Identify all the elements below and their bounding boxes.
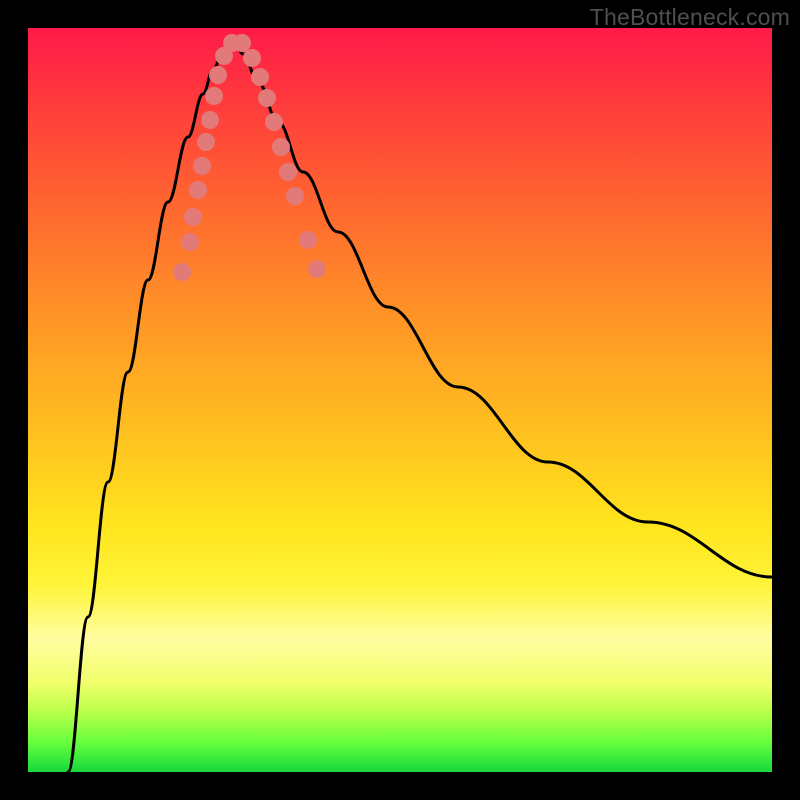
curve-group [68, 37, 772, 772]
data-dot [251, 68, 269, 86]
data-dot [189, 181, 207, 199]
data-dot [193, 157, 211, 175]
dots-group [173, 34, 326, 281]
data-dot [286, 187, 304, 205]
curve-right-branch [233, 37, 772, 577]
data-dot [272, 138, 290, 156]
data-dot [243, 49, 261, 67]
data-dot [184, 208, 202, 226]
data-dot [308, 260, 326, 278]
data-dot [173, 263, 191, 281]
watermark-text: TheBottleneck.com [590, 4, 790, 31]
curve-svg [28, 28, 772, 772]
data-dot [279, 163, 297, 181]
data-dot [205, 87, 223, 105]
data-dot [181, 233, 199, 251]
data-dot [265, 113, 283, 131]
data-dot [197, 133, 215, 151]
data-dot [299, 231, 317, 249]
data-dot [233, 34, 251, 52]
data-dot [258, 89, 276, 107]
data-dot [209, 66, 227, 84]
data-dot [201, 111, 219, 129]
chart-frame: TheBottleneck.com [0, 0, 800, 800]
plot-area [28, 28, 772, 772]
